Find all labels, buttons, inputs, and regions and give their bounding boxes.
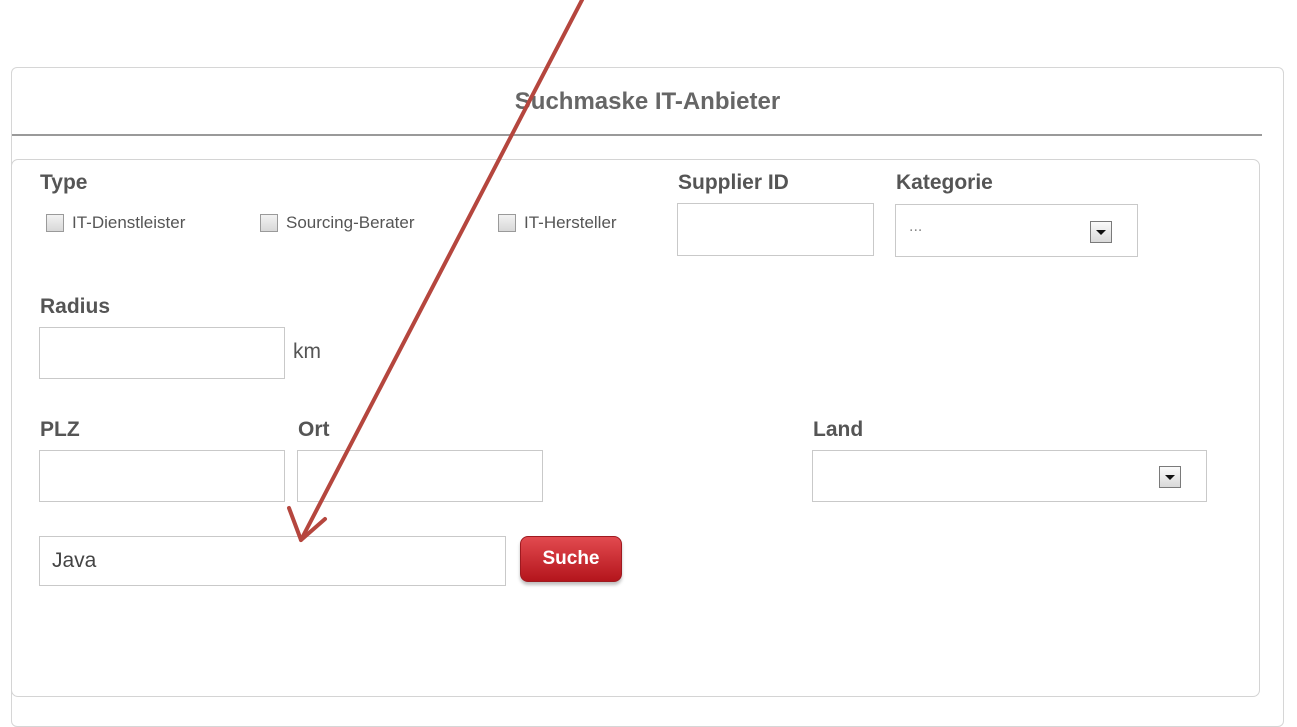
arrow-line (299, 0, 584, 542)
annotation-arrow (287, 0, 584, 542)
arrow-head (287, 506, 327, 542)
